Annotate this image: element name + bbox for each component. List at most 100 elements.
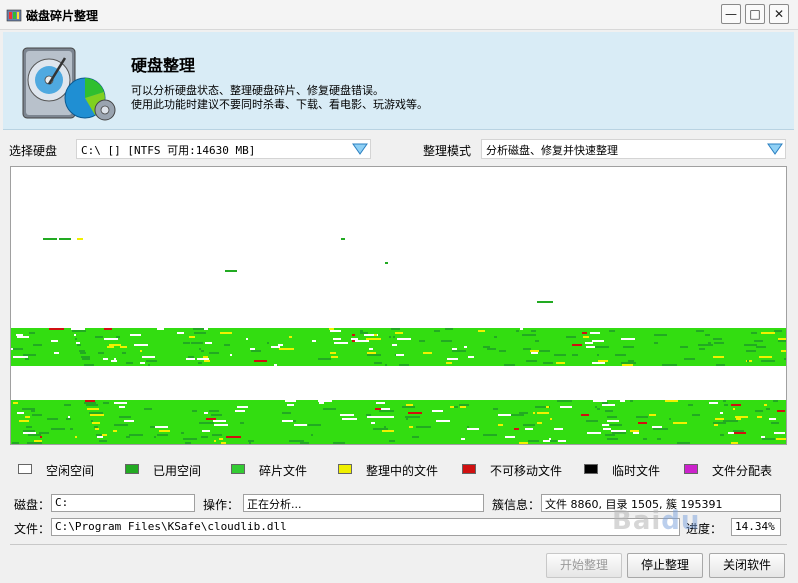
- cluster-block: [81, 356, 90, 358]
- cluster-block: [203, 356, 208, 358]
- cluster-block: [129, 434, 143, 436]
- cluster-block: [498, 424, 503, 426]
- cluster-block: [76, 342, 80, 344]
- cluster-block: [177, 332, 184, 334]
- cluster-block: [709, 402, 718, 404]
- cluster-block: [554, 428, 563, 430]
- cluster-block: [509, 414, 524, 416]
- cluster-block: [487, 348, 496, 350]
- cluster-block: [23, 430, 35, 432]
- cluster-block: [761, 360, 775, 362]
- cluster-block: [367, 416, 381, 418]
- cluster-block: [308, 424, 321, 426]
- cluster-block: [157, 328, 164, 330]
- cluster-block: [459, 404, 469, 406]
- cluster-block: [605, 410, 613, 412]
- cluster-block: [282, 412, 286, 414]
- cluster-block: [98, 352, 104, 354]
- cluster-block: [12, 442, 19, 444]
- cluster-block: [23, 432, 36, 434]
- cluster-block: [436, 420, 450, 422]
- cluster-block: [654, 334, 667, 336]
- cluster-block: [523, 348, 531, 350]
- cluster-band: [11, 350, 786, 352]
- cluster-block: [755, 410, 763, 412]
- chevron-down-icon[interactable]: [766, 141, 784, 157]
- cluster-block: [523, 424, 535, 426]
- cluster-block: [493, 408, 498, 410]
- cluster-block: [68, 416, 70, 418]
- cluster-block: [79, 350, 85, 352]
- cluster-block: [66, 418, 71, 420]
- mode-select[interactable]: 分析磁盘、修复并快速整理: [481, 139, 786, 159]
- cluster-band: [11, 442, 786, 444]
- legend-label: 已用空间: [153, 464, 202, 478]
- cluster-block: [214, 424, 228, 426]
- close-window-button[interactable]: ✕: [769, 4, 789, 24]
- maximize-button[interactable]: □: [745, 4, 765, 24]
- cluster-block: [209, 352, 219, 354]
- legend-swatch: [584, 464, 598, 474]
- cluster-block: [776, 438, 786, 440]
- cluster-block: [330, 330, 341, 332]
- cluster-block: [537, 412, 549, 414]
- legend-swatch: [125, 464, 139, 474]
- cluster-block: [662, 364, 677, 366]
- chevron-down-icon[interactable]: [351, 141, 369, 157]
- cluster-block: [114, 358, 116, 360]
- cluster-block: [467, 426, 469, 428]
- cluster-block: [746, 350, 756, 352]
- cluster-block: [766, 408, 770, 410]
- cluster-block: [537, 422, 542, 424]
- cluster-block: [654, 342, 658, 344]
- cluster-block: [696, 330, 704, 332]
- cluster-block: [483, 434, 497, 436]
- cluster-block: [183, 438, 197, 440]
- cluster-block: [126, 362, 133, 364]
- legend-label: 临时文件: [612, 464, 661, 478]
- disk-value: C:: [55, 496, 69, 509]
- cluster-block: [95, 336, 103, 338]
- minimize-button[interactable]: —: [721, 4, 741, 24]
- cluster-block: [546, 406, 549, 408]
- progress-value: 14.34%: [735, 520, 775, 533]
- cluster-band: [11, 440, 786, 442]
- cluster-block: [230, 354, 232, 356]
- cluster-band: [11, 346, 786, 348]
- cluster-block: [116, 336, 120, 338]
- cluster-block: [113, 430, 117, 432]
- cluster-block: [615, 354, 626, 356]
- disk-select[interactable]: C:\ [] [NTFS 可用:14630 MB]: [76, 139, 371, 159]
- close-app-button[interactable]: 关闭软件: [709, 553, 785, 578]
- cluster-block: [396, 354, 404, 356]
- cluster-block: [505, 436, 515, 438]
- cluster-block: [206, 418, 216, 420]
- title-bar: 磁盘碎片整理 — □ ✕: [0, 0, 798, 30]
- header-description-line2: 使用此功能时建议不要同时杀毒、下载、看电影、玩游戏等。: [131, 98, 428, 111]
- start-defrag-button[interactable]: 开始整理: [546, 553, 622, 578]
- cluster-block: [757, 416, 762, 418]
- cluster-block: [352, 334, 355, 336]
- cluster-block: [751, 332, 757, 334]
- cluster-block: [107, 346, 114, 348]
- cluster-block: [119, 416, 131, 418]
- cluster-block: [142, 356, 155, 358]
- cluster-block: [389, 440, 395, 442]
- cluster-block: [499, 350, 506, 352]
- stop-defrag-button[interactable]: 停止整理: [627, 553, 703, 578]
- cluster-band: [11, 438, 786, 440]
- cluster-block: [226, 436, 241, 438]
- cluster-block: [708, 342, 711, 344]
- disk-label: 磁盘：: [14, 498, 51, 512]
- cluster-block: [628, 360, 634, 362]
- cluster-block: [122, 352, 126, 354]
- cluster-block: [572, 354, 578, 356]
- cluster-block: [630, 430, 639, 432]
- cluster-block: [582, 332, 587, 334]
- cluster-block: [416, 426, 431, 428]
- cluster-block: [649, 414, 656, 416]
- cluster-block: [367, 354, 381, 356]
- cluster-block: [460, 406, 466, 408]
- cluster-block: [714, 342, 724, 344]
- cluster-block: [271, 346, 280, 348]
